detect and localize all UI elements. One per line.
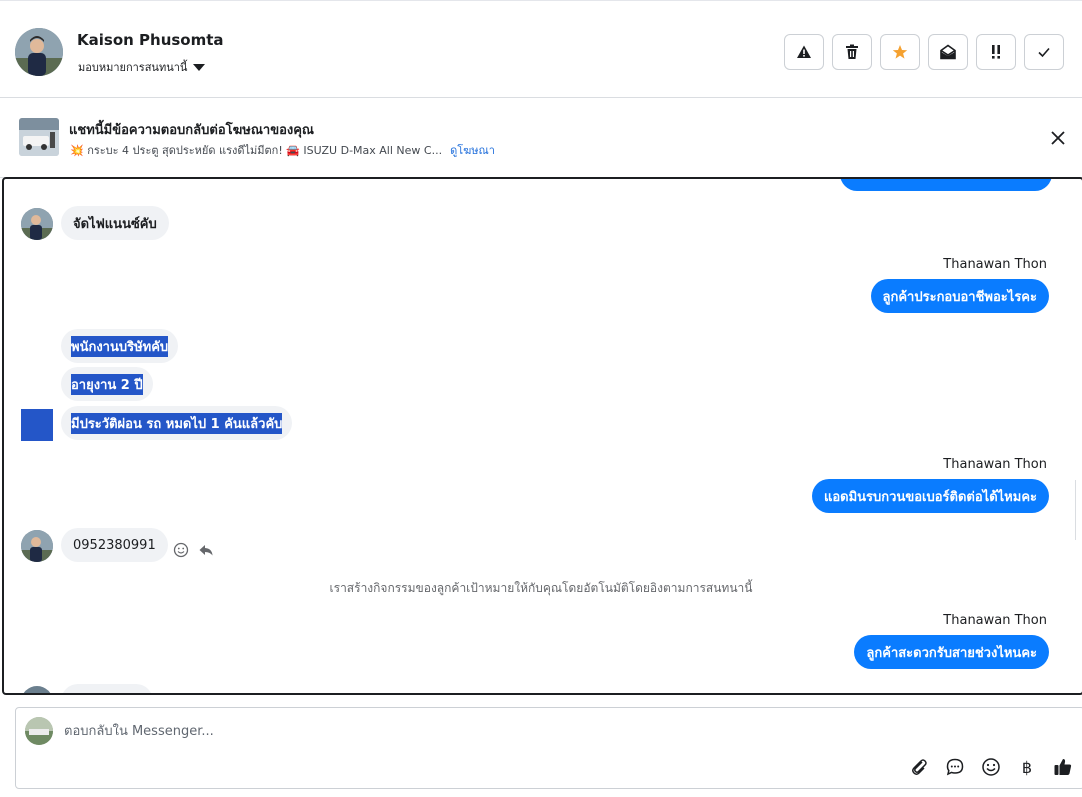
ad-reply-banner: แชทนี้มีข้อความตอบกลับต่อโฆษณาของคุณ 💥 ก… (0, 98, 1082, 178)
selected-text: อายุงาน 2 ปี (71, 373, 143, 395)
message-input[interactable] (64, 721, 964, 741)
delete-button[interactable] (832, 34, 872, 70)
thumbs-up-icon (1054, 759, 1072, 775)
envelope-open-icon (940, 44, 956, 60)
saved-replies-button[interactable] (944, 756, 966, 778)
ad-banner-title: แชทนี้มีข้อความตอบกลับต่อโฆษณาของคุณ (69, 123, 314, 138)
chat-bubble-icon (946, 758, 964, 776)
react-emoji-icon[interactable] (173, 542, 189, 558)
view-ad-link[interactable]: ดูโฆษณา (450, 141, 495, 159)
contact-name[interactable]: Kaison Phusomta (77, 31, 224, 49)
contact-avatar-selected (21, 409, 53, 441)
reply-icon[interactable] (198, 542, 214, 558)
emoji-button[interactable] (980, 756, 1002, 778)
incoming-message[interactable]: มีประวัติผ่อน รถ หมดไป 1 คันแล้วคับ (61, 406, 293, 440)
incoming-message[interactable]: อายุงาน 2 ปี (61, 367, 153, 401)
header-actions (784, 34, 1064, 70)
incoming-message[interactable]: 0952380991 (61, 528, 168, 562)
message-thread[interactable]: จัดไฟแนนซ์คับ Thanawan Thon ลูกค้าประกอบ… (2, 177, 1082, 695)
ad-thumbnail[interactable] (19, 118, 59, 156)
outgoing-message[interactable]: ลูกค้าสะดวกรับสายช่วงไหนคะ (854, 635, 1049, 669)
star-icon (892, 45, 908, 59)
contact-avatar-small (21, 530, 53, 562)
mark-done-button[interactable] (1024, 34, 1064, 70)
contact-avatar-clipped (21, 686, 53, 693)
selected-text: มีประวัติผ่อน รถ หมดไป 1 คันแล้วคับ (71, 412, 283, 434)
attach-button[interactable] (908, 756, 930, 778)
side-panel-edge (1075, 480, 1082, 540)
follow-up-button[interactable] (976, 34, 1016, 70)
trash-icon (846, 44, 858, 59)
system-note: เราสร้างกิจกรรมของลูกค้าเป้าหมายให้กับคุ… (329, 581, 753, 595)
assign-label: มอบหมายการสนทนานี้ (78, 61, 188, 74)
ad-banner-subtitle: 💥 กระบะ 4 ประตู สุดประหยัด แรงดีไม่มีตก!… (70, 141, 495, 159)
report-button[interactable] (784, 34, 824, 70)
assign-conversation[interactable]: มอบหมายการสนทนานี้ (78, 58, 206, 76)
baht-icon: ฿ (1021, 757, 1033, 777)
incoming-message[interactable]: จัดไฟแนนซ์คับ (61, 206, 169, 240)
composer-tools: ฿ (908, 756, 1074, 778)
sender-name: Thanawan Thon (943, 457, 1047, 472)
contact-avatar[interactable] (15, 28, 63, 76)
close-icon[interactable] (1048, 128, 1068, 148)
star-button[interactable] (880, 34, 920, 70)
incoming-bubble-clipped (61, 684, 153, 693)
reply-composer: ฿ (15, 707, 1082, 789)
warning-icon (797, 45, 811, 58)
check-icon (1038, 47, 1050, 58)
selected-text: พนักงานบริษัทคับ (71, 335, 169, 357)
incoming-message[interactable]: พนักงานบริษัทคับ (61, 329, 179, 363)
ad-headline: 💥 กระบะ 4 ประตู สุดประหยัด แรงดีไม่มีตก!… (70, 144, 443, 157)
page-avatar (25, 717, 53, 745)
outgoing-message[interactable]: ลูกค้าประกอบอาชีพอะไรคะ (870, 279, 1049, 313)
outgoing-bubble-clipped (840, 179, 1052, 191)
sender-name: Thanawan Thon (943, 613, 1047, 628)
double-exclamation-icon (992, 45, 1000, 59)
outgoing-message[interactable]: แอดมินรบกวนขอเบอร์ติดต่อได้ไหมคะ (811, 479, 1049, 513)
caret-down-icon[interactable] (193, 63, 206, 71)
emoji-icon (982, 758, 1000, 776)
sender-name: Thanawan Thon (943, 257, 1047, 272)
payment-button[interactable]: ฿ (1016, 756, 1038, 778)
contact-avatar-small (21, 208, 53, 240)
conversation-header: Kaison Phusomta มอบหมายการสนทนานี้ (0, 0, 1082, 98)
like-button[interactable] (1052, 756, 1074, 778)
mark-unread-button[interactable] (928, 34, 968, 70)
paperclip-icon (912, 759, 927, 775)
